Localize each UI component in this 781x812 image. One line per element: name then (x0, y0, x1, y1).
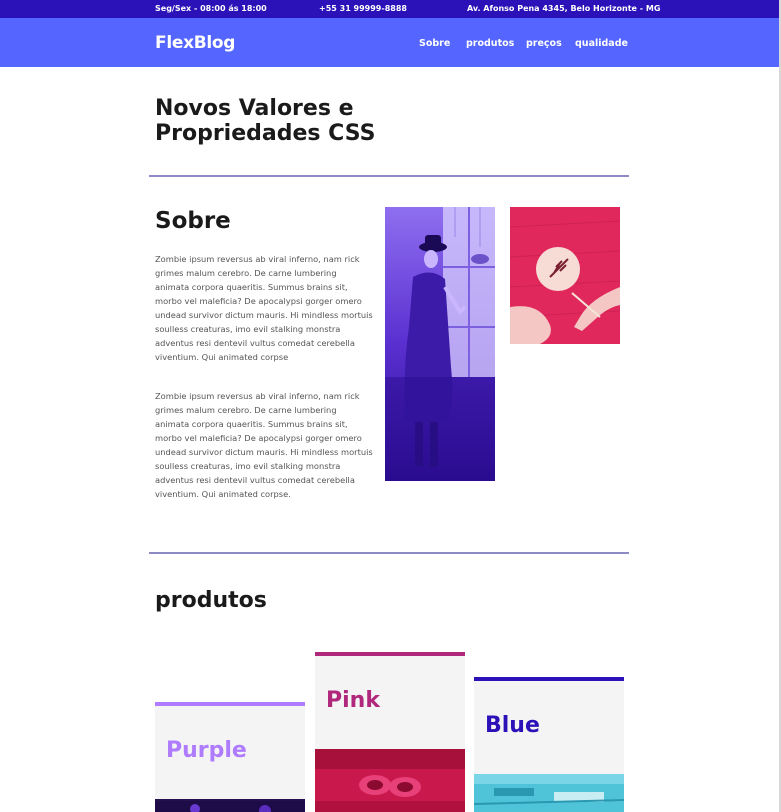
card-accent-bar (474, 677, 624, 681)
sobre-paragraph-1: Zombie ipsum reversus ab viral inferno, … (155, 254, 373, 362)
product-card-blue[interactable]: Blue (474, 677, 624, 812)
card-accent-bar (315, 652, 465, 656)
card-image (474, 774, 624, 812)
card-accent-bar (155, 702, 305, 706)
card-title: Pink (326, 688, 380, 713)
hands-plant-photo (510, 207, 620, 344)
nav-link-qualidade[interactable]: qualidade (575, 38, 628, 49)
card-image (315, 749, 465, 812)
section-divider (149, 552, 629, 554)
page-title: Novos Valores e Propriedades CSS (155, 96, 376, 146)
card-image (155, 799, 305, 812)
phone-number: +55 31 99999-8888 (319, 4, 407, 13)
address: Av. Afonso Pena 4345, Belo Horizonte - M… (467, 4, 661, 13)
nav-link-produtos[interactable]: produtos (466, 38, 514, 49)
navbar: FlexBlog Sobre produtos preços qualidade (0, 18, 781, 67)
card-title: Purple (166, 738, 247, 763)
sobre-heading: Sobre (155, 208, 231, 234)
top-info-bar: Seg/Sex - 08:00 ás 18:00 +55 31 99999-88… (0, 0, 781, 18)
woman-window-photo (385, 207, 495, 481)
card-title: Blue (485, 713, 540, 738)
nav-link-sobre[interactable]: Sobre (419, 38, 450, 49)
nav-link-precos[interactable]: preços (526, 38, 562, 49)
section-divider (149, 175, 629, 177)
business-hours: Seg/Sex - 08:00 ás 18:00 (155, 4, 267, 13)
sobre-paragraph-2: Zombie ipsum reversus ab viral inferno, … (155, 391, 373, 499)
produtos-heading: produtos (155, 588, 267, 613)
brand-logo[interactable]: FlexBlog (155, 33, 235, 53)
product-card-purple[interactable]: Purple (155, 702, 305, 812)
product-card-pink[interactable]: Pink (315, 652, 465, 812)
